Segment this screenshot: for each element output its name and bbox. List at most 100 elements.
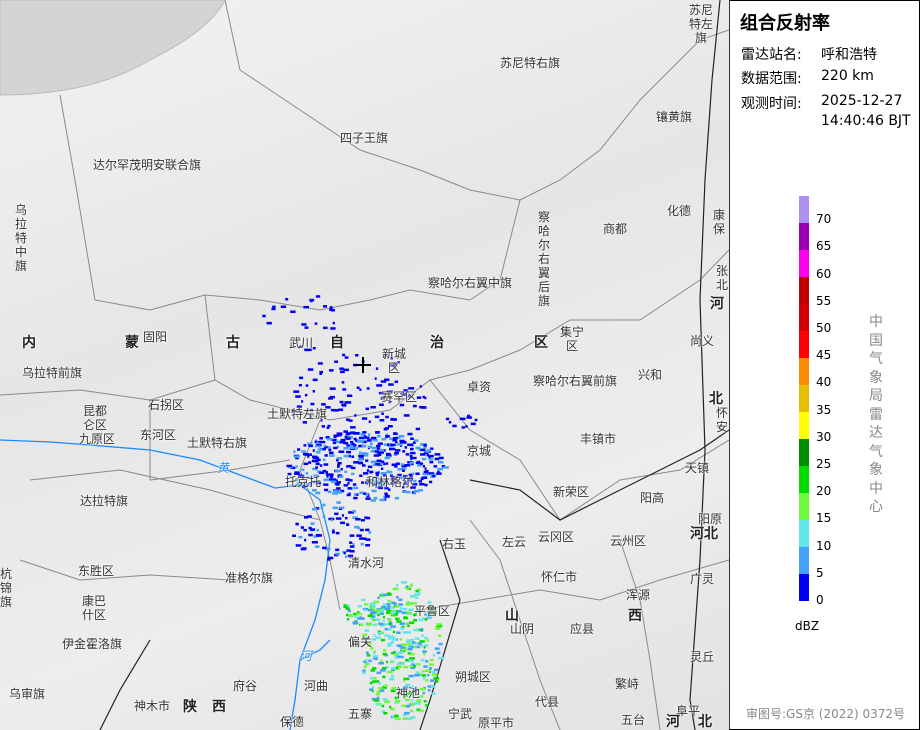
echo-cell bbox=[406, 585, 409, 588]
echo-cell bbox=[387, 637, 392, 640]
place-label: 清水河 bbox=[348, 556, 385, 570]
echo-cell bbox=[348, 479, 353, 482]
echo-cell bbox=[389, 678, 395, 681]
echo-cell bbox=[417, 642, 422, 645]
echo-cell bbox=[394, 452, 399, 455]
echo-cell bbox=[375, 693, 380, 696]
place-label: 偏关 bbox=[348, 635, 373, 649]
echo-cell bbox=[392, 439, 397, 442]
echo-cell bbox=[399, 403, 405, 407]
place-label: 京城 bbox=[467, 444, 492, 458]
echo-cell bbox=[294, 455, 300, 458]
echo-cell bbox=[319, 534, 322, 537]
echo-cell bbox=[344, 401, 348, 404]
echo-cell bbox=[434, 677, 438, 680]
echo-cell bbox=[390, 606, 395, 609]
echo-cell bbox=[436, 651, 441, 654]
echo-cell bbox=[385, 462, 389, 465]
echo-cell bbox=[423, 676, 426, 680]
echo-cell bbox=[356, 440, 362, 443]
echo-cell bbox=[322, 503, 326, 507]
echo-cell bbox=[423, 646, 426, 649]
echo-cell bbox=[378, 459, 382, 462]
echo-cell bbox=[371, 489, 377, 493]
echo-cell bbox=[328, 448, 332, 452]
echo-cell bbox=[423, 470, 429, 474]
echo-cell bbox=[419, 483, 425, 486]
echo-cell bbox=[330, 408, 336, 412]
echo-cell bbox=[409, 652, 415, 656]
echo-cell bbox=[322, 515, 326, 518]
echo-cell bbox=[324, 454, 328, 457]
echo-cell bbox=[438, 656, 445, 660]
echo-cell bbox=[429, 460, 434, 464]
echo-cell bbox=[419, 688, 426, 691]
echo-cell bbox=[357, 458, 363, 461]
echo-cell bbox=[420, 658, 425, 662]
legend-swatch bbox=[799, 223, 809, 250]
echo-cell bbox=[356, 386, 360, 389]
echo-cell bbox=[378, 686, 383, 690]
echo-cell bbox=[371, 604, 375, 608]
echo-cell bbox=[406, 600, 410, 604]
echo-cell bbox=[358, 436, 364, 440]
place-label: 陕 bbox=[183, 699, 197, 715]
place-label: 武川 bbox=[289, 336, 314, 350]
echo-cell bbox=[348, 614, 353, 617]
echo-cell bbox=[414, 702, 421, 705]
echo-cell bbox=[347, 609, 351, 613]
echo-cell bbox=[369, 471, 372, 474]
echo-cell bbox=[333, 489, 338, 493]
radar-map[interactable]: 苏尼特右旗 四子王旗 达尔罕茂明安联合旗 乌拉特中旗 察哈尔右翼中旗 察哈尔右翼后旗 商都 化… bbox=[0, 0, 729, 730]
echo-cell bbox=[383, 462, 386, 466]
echo-cell bbox=[375, 367, 379, 370]
echo-cell bbox=[303, 462, 309, 466]
echo-cell bbox=[358, 461, 363, 465]
echo-cell bbox=[378, 631, 382, 635]
crosshair-bar bbox=[355, 364, 371, 366]
echo-cell bbox=[339, 367, 344, 370]
echo-cell bbox=[395, 699, 401, 703]
echo-cell bbox=[346, 549, 351, 552]
echo-cell bbox=[421, 634, 424, 637]
echo-cell bbox=[402, 631, 408, 634]
echo-cell bbox=[327, 438, 333, 441]
echo-cell bbox=[470, 422, 476, 426]
echo-cell bbox=[385, 611, 391, 614]
echo-cell bbox=[329, 306, 333, 309]
echo-cell bbox=[424, 467, 427, 470]
echo-cell bbox=[335, 517, 342, 520]
echo-cell bbox=[322, 469, 327, 473]
place-label: 尚义 bbox=[690, 334, 715, 348]
echo-cell bbox=[474, 418, 478, 422]
echo-cell bbox=[324, 488, 329, 492]
echo-cell bbox=[349, 545, 355, 548]
echo-cell bbox=[303, 305, 309, 309]
echo-cell bbox=[380, 462, 383, 466]
echo-cell bbox=[335, 531, 340, 535]
echo-cell bbox=[315, 466, 318, 469]
echo-cell bbox=[368, 659, 372, 663]
echo-cell bbox=[298, 535, 303, 539]
echo-cell bbox=[396, 620, 402, 623]
echo-cell bbox=[373, 496, 378, 500]
echo-cell bbox=[380, 380, 387, 383]
legend-tick: 25 bbox=[816, 457, 832, 471]
echo-cell bbox=[421, 628, 424, 631]
echo-cell bbox=[312, 508, 318, 511]
echo-cell bbox=[438, 642, 443, 646]
echo-cell bbox=[335, 552, 340, 556]
echo-cell bbox=[359, 451, 362, 454]
place-label: 昆都仑区 bbox=[82, 404, 107, 432]
echo-cell bbox=[346, 493, 351, 497]
echo-cell bbox=[393, 432, 396, 435]
place-label: 河 bbox=[666, 714, 680, 730]
echo-cell bbox=[420, 477, 424, 480]
echo-cell bbox=[373, 699, 380, 702]
place-label: 化德 bbox=[667, 204, 692, 218]
legend-tick: 55 bbox=[816, 293, 832, 308]
echo-cell bbox=[434, 647, 440, 650]
echo-cell bbox=[418, 480, 423, 483]
echo-cell bbox=[292, 534, 296, 537]
legend-swatch bbox=[799, 520, 809, 547]
